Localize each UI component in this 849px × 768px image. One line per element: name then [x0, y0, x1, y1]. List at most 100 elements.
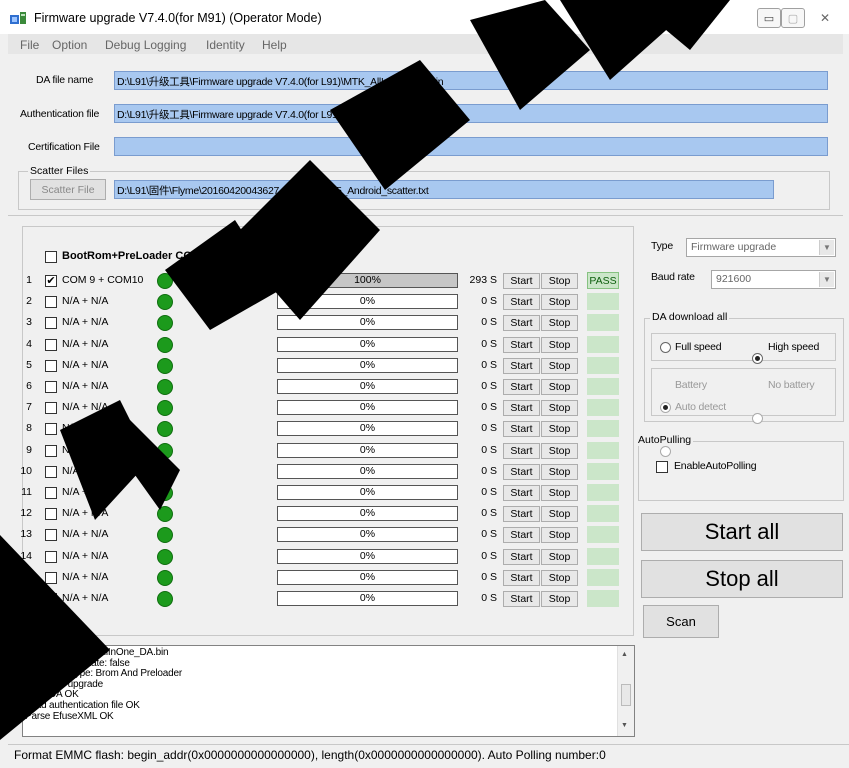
status-badge — [587, 548, 619, 565]
certification-file-field[interactable] — [114, 137, 828, 156]
row-number: 8 — [26, 422, 32, 434]
stop-all-button[interactable]: Stop all — [641, 560, 843, 598]
port-checkbox[interactable] — [45, 317, 57, 329]
select-all-checkbox[interactable] — [45, 251, 57, 263]
status-led-icon — [157, 527, 173, 543]
progress-bar: 0% — [277, 527, 458, 542]
port-checkbox[interactable] — [45, 572, 57, 584]
start-button[interactable]: Start — [503, 273, 540, 289]
status-badge: PASS — [587, 272, 619, 289]
stop-button[interactable]: Stop — [541, 527, 578, 543]
check-icon: ✔ — [46, 275, 56, 287]
scan-button[interactable]: Scan — [643, 605, 719, 638]
stop-button[interactable]: Stop — [541, 294, 578, 310]
stop-button[interactable]: Stop — [541, 485, 578, 501]
menu-identity[interactable]: Identity — [206, 38, 245, 52]
stop-button[interactable]: Stop — [541, 379, 578, 395]
port-checkbox[interactable] — [45, 487, 57, 499]
stop-button[interactable]: Stop — [541, 358, 578, 374]
high-speed-radio[interactable] — [752, 353, 763, 364]
stop-button[interactable]: Stop — [541, 443, 578, 459]
progress-text: 0% — [359, 550, 376, 562]
start-button[interactable]: Start — [503, 379, 540, 395]
type-select[interactable]: Firmware upgrade ▼ — [686, 238, 836, 257]
minimize-button[interactable]: ▭ — [757, 8, 781, 28]
start-button[interactable]: Start — [503, 421, 540, 437]
scatter-file-button[interactable]: Scatter File — [30, 179, 106, 200]
port-checkbox[interactable] — [45, 339, 57, 351]
log-line: Parse EfuseXML OK — [25, 710, 114, 722]
start-button[interactable]: Start — [503, 591, 540, 607]
battery-radio[interactable] — [660, 402, 671, 413]
log-output[interactable]: DA Name: MTK_AllInOne_DA.bin Check Efuse … — [22, 645, 635, 737]
start-all-button[interactable]: Start all — [641, 513, 843, 551]
stop-button[interactable]: Stop — [541, 506, 578, 522]
start-button[interactable]: Start — [503, 570, 540, 586]
start-button[interactable]: Start — [503, 549, 540, 565]
row-number: 2 — [26, 295, 32, 307]
port-checkbox[interactable] — [45, 423, 57, 435]
start-button[interactable]: Start — [503, 294, 540, 310]
stop-button[interactable]: Stop — [541, 591, 578, 607]
start-button[interactable]: Start — [503, 443, 540, 459]
log-scrollbar[interactable]: ▲ ▼ — [617, 646, 634, 736]
full-speed-radio[interactable] — [660, 342, 671, 353]
stop-button[interactable]: Stop — [541, 549, 578, 565]
menu-option[interactable]: Option — [52, 38, 87, 52]
status-badge — [587, 420, 619, 437]
port-checkbox[interactable] — [45, 360, 57, 372]
enable-autopolling-checkbox[interactable] — [656, 461, 668, 473]
start-button[interactable]: Start — [503, 506, 540, 522]
port-checkbox[interactable] — [45, 296, 57, 308]
row-number: 4 — [26, 338, 32, 350]
port-checkbox[interactable] — [45, 402, 57, 414]
port-checkbox[interactable] — [45, 551, 57, 563]
start-button[interactable]: Start — [503, 337, 540, 353]
progress-text: 0% — [359, 401, 376, 413]
status-led-icon — [157, 570, 173, 586]
maximize-button[interactable]: ▢ — [781, 8, 805, 28]
da-download-group-title: DA download all — [650, 311, 730, 323]
port-checkbox[interactable] — [45, 529, 57, 541]
da-file-label: DA file name — [36, 74, 94, 86]
menu-file[interactable]: File — [20, 38, 39, 52]
scroll-thumb[interactable] — [621, 684, 631, 706]
port-checkbox[interactable] — [45, 381, 57, 393]
row-number: 10 — [20, 465, 32, 477]
stop-button[interactable]: Stop — [541, 570, 578, 586]
port-checkbox[interactable]: ✔ — [45, 275, 57, 287]
no-battery-radio[interactable] — [752, 413, 763, 424]
baud-rate-select[interactable]: 921600 ▼ — [711, 270, 836, 289]
stop-button[interactable]: Stop — [541, 464, 578, 480]
stop-button[interactable]: Stop — [541, 315, 578, 331]
port-checkbox[interactable] — [45, 508, 57, 520]
window-title: Firmware upgrade V7.4.0(for M91) (Operat… — [34, 11, 322, 25]
port-checkbox[interactable] — [45, 466, 57, 478]
stop-button[interactable]: Stop — [541, 337, 578, 353]
start-button[interactable]: Start — [503, 464, 540, 480]
menu-help[interactable]: Help — [262, 38, 287, 52]
close-button[interactable]: ✕ — [808, 8, 842, 28]
start-button[interactable]: Start — [503, 400, 540, 416]
elapsed-time: 0 S — [481, 465, 497, 477]
scroll-up-icon: ▲ — [621, 651, 628, 658]
elapsed-time: 0 S — [481, 444, 497, 456]
start-button[interactable]: Start — [503, 315, 540, 331]
start-button[interactable]: Start — [503, 485, 540, 501]
start-button[interactable]: Start — [503, 527, 540, 543]
start-button[interactable]: Start — [503, 358, 540, 374]
port-checkbox[interactable] — [45, 593, 57, 605]
port-checkbox[interactable] — [45, 445, 57, 457]
stop-button[interactable]: Stop — [541, 421, 578, 437]
authentication-file-field[interactable]: D:\L91\升级工具\Firmware upgrade V7.4.0(for … — [114, 104, 828, 123]
battery-label: Battery — [675, 379, 707, 391]
da-file-field[interactable]: D:\L91\升级工具\Firmware upgrade V7.4.0(for … — [114, 71, 828, 90]
menu-debug-logging[interactable]: Debug Logging — [105, 38, 186, 52]
progress-text: 0% — [359, 507, 376, 519]
elapsed-time: 0 S — [481, 486, 497, 498]
progress-text: 0% — [359, 422, 376, 434]
stop-button[interactable]: Stop — [541, 273, 578, 289]
row-number: 13 — [20, 528, 32, 540]
scatter-file-field[interactable]: D:\L91\固件\Flyme\20160420043627_tel_l\MT6… — [114, 180, 774, 199]
stop-button[interactable]: Stop — [541, 400, 578, 416]
